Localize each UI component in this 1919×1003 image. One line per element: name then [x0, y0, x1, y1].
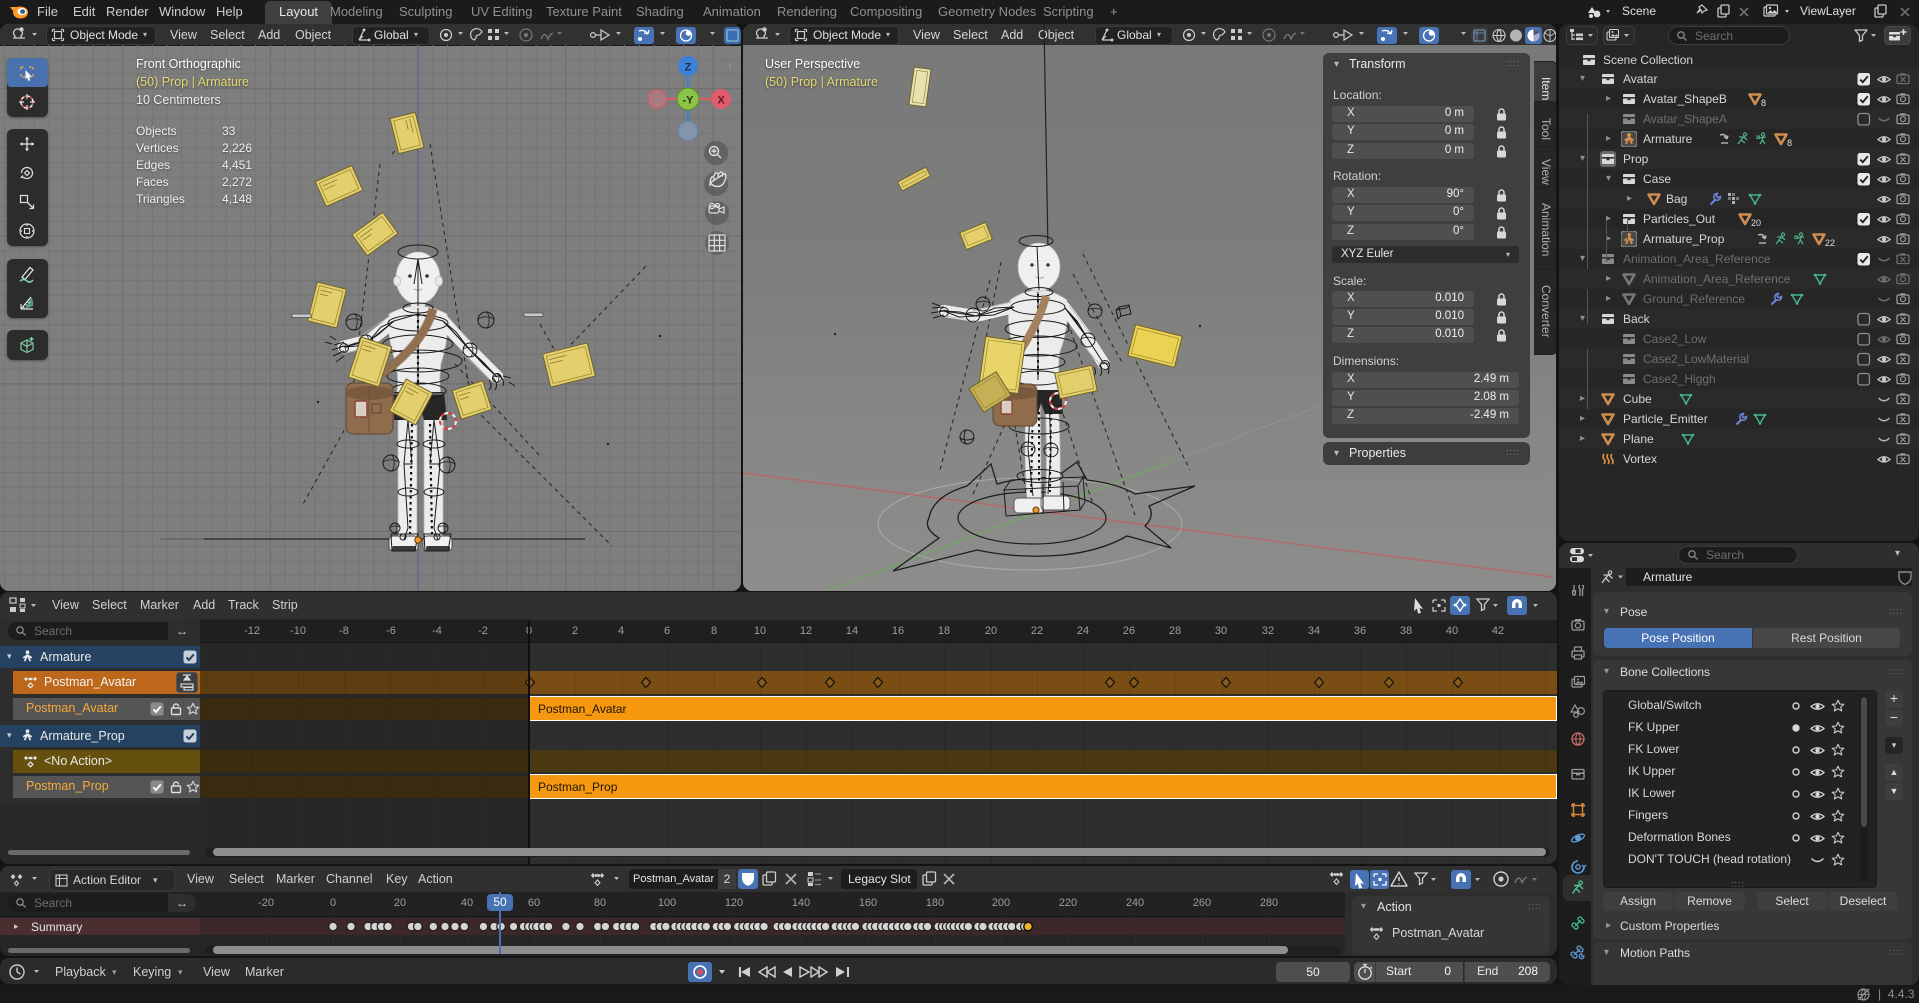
svg-text:-Y: -Y — [683, 95, 695, 107]
svg-text:Z: Z — [685, 62, 692, 74]
svg-text:X: X — [717, 95, 725, 107]
